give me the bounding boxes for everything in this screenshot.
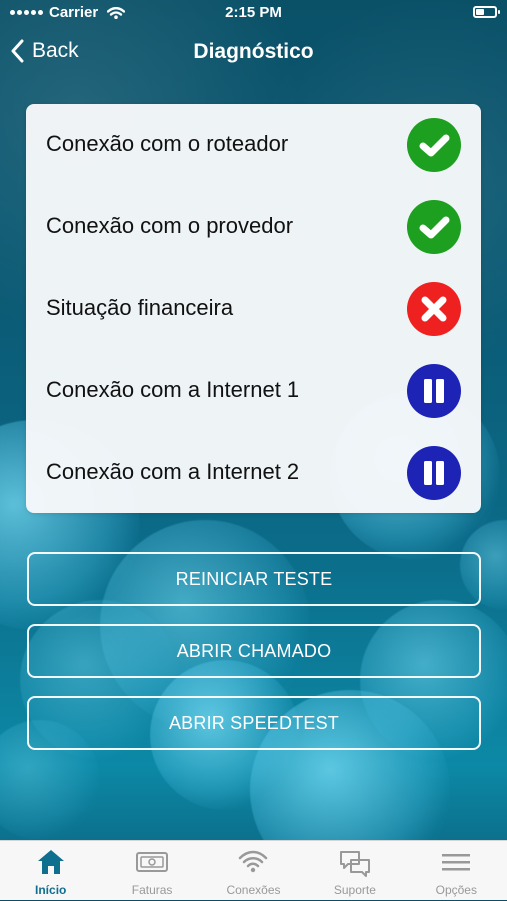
wifi-icon bbox=[236, 848, 270, 881]
diagnostic-item-internet-2: Conexão com a Internet 2 bbox=[26, 432, 481, 514]
diagnostic-card: Conexão com o roteador Conexão com o pro… bbox=[26, 104, 481, 513]
check-icon bbox=[407, 118, 461, 172]
tab-label: Conexões bbox=[226, 883, 281, 897]
diagnostic-label: Conexão com a Internet 1 bbox=[46, 377, 300, 402]
diagnostic-item-provider: Conexão com o provedor bbox=[26, 186, 481, 268]
tab-suporte[interactable]: Suporte bbox=[304, 841, 405, 901]
tab-opcoes[interactable]: Opções bbox=[406, 841, 507, 901]
diagnostic-label: Situação financeira bbox=[46, 295, 234, 320]
page-title: Diagnóstico bbox=[193, 40, 314, 63]
navigation-bar: Back Diagnóstico bbox=[0, 28, 507, 76]
tab-label: Opções bbox=[435, 883, 477, 897]
open-ticket-button[interactable]: ABRIR CHAMADO bbox=[27, 624, 481, 678]
tab-faturas[interactable]: Faturas bbox=[101, 841, 202, 901]
open-speedtest-button[interactable]: ABRIR SPEEDTEST bbox=[27, 696, 481, 750]
bill-icon bbox=[135, 848, 169, 881]
restart-test-button[interactable]: REINICIAR TESTE bbox=[27, 552, 481, 606]
check-icon bbox=[407, 200, 461, 254]
tab-bar: Início Faturas Conexões Suporte Opções bbox=[0, 840, 507, 900]
battery-icon bbox=[473, 6, 500, 18]
diagnostic-label: Conexão com o provedor bbox=[46, 213, 294, 238]
diagnostic-label: Conexão com o roteador bbox=[46, 131, 289, 156]
diagnostic-label: Conexão com a Internet 2 bbox=[46, 459, 300, 484]
tab-label: Faturas bbox=[131, 883, 173, 897]
status-bar: Carrier 2:15 PM bbox=[0, 0, 507, 28]
diagnostic-item-internet-1: Conexão com a Internet 1 bbox=[26, 350, 481, 432]
pause-icon bbox=[407, 446, 461, 500]
home-icon bbox=[36, 848, 66, 881]
tab-conexoes[interactable]: Conexões bbox=[203, 841, 304, 901]
diagnostic-item-router: Conexão com o roteador bbox=[26, 104, 481, 186]
x-icon bbox=[407, 282, 461, 336]
diagnostic-item-financial: Situação financeira bbox=[26, 268, 481, 350]
menu-icon bbox=[439, 848, 473, 881]
tab-label: Suporte bbox=[333, 883, 376, 897]
tab-inicio[interactable]: Início bbox=[0, 841, 101, 901]
tab-label: Início bbox=[35, 883, 67, 897]
chat-icon bbox=[338, 848, 372, 883]
pause-icon bbox=[407, 364, 461, 418]
status-time: 2:15 PM bbox=[225, 4, 282, 21]
